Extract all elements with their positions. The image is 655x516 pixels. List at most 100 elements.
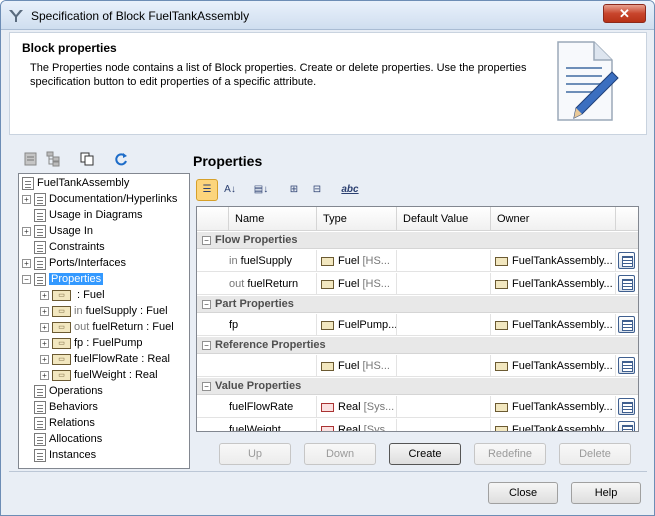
expand-toggle-icon[interactable]: + xyxy=(22,226,31,236)
page-icon xyxy=(34,400,46,414)
tree-prop[interactable]: + ▭ fp : FuelPump xyxy=(40,335,142,351)
specification-button[interactable] xyxy=(616,273,638,295)
group-part-properties[interactable]: − Part Properties xyxy=(197,296,638,313)
owner-cell[interactable]: FuelTankAssembly... xyxy=(491,273,616,295)
tree-prop[interactable]: + ▭ out fuelReturn : Fuel xyxy=(40,319,174,335)
sort-alphabetically-icon[interactable]: A↓ xyxy=(219,179,241,201)
expand-toggle-icon[interactable]: + xyxy=(40,322,49,332)
close-button[interactable]: Close xyxy=(488,482,558,504)
specification-button[interactable] xyxy=(616,250,638,272)
tree-item-constraints[interactable]: Constraints xyxy=(34,239,105,255)
tree-root[interactable]: FuelTankAssembly xyxy=(22,175,129,191)
spell-check-icon[interactable]: abc xyxy=(339,179,361,201)
type-cell[interactable]: FuelPump... xyxy=(317,314,397,336)
default-value-cell[interactable] xyxy=(397,314,491,336)
tree-prop[interactable]: + ▭ fuelFlowRate : Real xyxy=(40,351,170,367)
type-cell[interactable]: Real [Sys... xyxy=(317,419,397,431)
specification-icon xyxy=(618,421,635,431)
column-header-owner[interactable]: Owner xyxy=(491,207,616,231)
page-icon xyxy=(34,224,46,238)
name-cell[interactable]: fuelFlowRate xyxy=(197,396,317,418)
collapse-toggle-icon[interactable]: − xyxy=(22,274,31,284)
window-close-button[interactable]: ✕ xyxy=(603,4,646,23)
owner-cell[interactable]: FuelTankAssembly... xyxy=(491,396,616,418)
expand-toggle-icon[interactable]: + xyxy=(22,258,31,268)
navigation-tree[interactable]: FuelTankAssembly + Documentation/Hyperlin… xyxy=(18,173,190,469)
name-cell[interactable] xyxy=(197,355,317,377)
type-cell[interactable]: Fuel [HS... xyxy=(317,273,397,295)
table-row[interactable]: fuelFlowRate Real [Sys... FuelTankAssemb… xyxy=(197,396,638,418)
table-row[interactable]: Fuel [HS... FuelTankAssembly... xyxy=(197,355,638,377)
column-header-type[interactable]: Type xyxy=(317,207,397,231)
table-row[interactable]: in fuelSupply Fuel [HS... FuelTankAssemb… xyxy=(197,250,638,272)
default-value-cell[interactable] xyxy=(397,250,491,272)
specification-button[interactable] xyxy=(616,355,638,377)
group-by-category-icon[interactable]: ☰ xyxy=(196,179,218,201)
expand-toggle-icon[interactable]: + xyxy=(22,194,31,204)
expand-toggle-icon[interactable]: + xyxy=(40,370,49,380)
specification-button[interactable] xyxy=(616,396,638,418)
collapse-toggle-icon[interactable]: − xyxy=(202,381,211,391)
expand-toggle-icon[interactable]: + xyxy=(40,290,49,300)
name-cell[interactable]: fp xyxy=(197,314,317,336)
hierarchy-icon[interactable] xyxy=(45,151,61,167)
tree-item-documentation[interactable]: + Documentation/Hyperlinks xyxy=(22,191,177,207)
collapse-all-icon[interactable]: ⊟ xyxy=(306,179,328,201)
table-row[interactable]: fp FuelPump... FuelTankAssembly... xyxy=(197,314,638,336)
expand-all-icon[interactable]: ⊞ xyxy=(283,179,305,201)
copy-icon[interactable] xyxy=(79,151,95,167)
name-cell[interactable]: fuelWeight xyxy=(197,419,317,431)
tree-item-behaviors[interactable]: Behaviors xyxy=(34,399,98,415)
redefine-button[interactable]: Redefine xyxy=(474,443,546,465)
default-value-cell[interactable] xyxy=(397,396,491,418)
name-cell[interactable]: in fuelSupply xyxy=(197,250,317,272)
tree-item-instances[interactable]: Instances xyxy=(34,447,96,463)
default-value-cell[interactable] xyxy=(397,355,491,377)
tree-item-operations[interactable]: Operations xyxy=(34,383,103,399)
refresh-icon[interactable] xyxy=(113,151,129,167)
specification-button[interactable] xyxy=(616,314,638,336)
table-row[interactable]: out fuelReturn Fuel [HS... FuelTankAssem… xyxy=(197,273,638,295)
expand-toggle-icon[interactable]: + xyxy=(40,354,49,364)
column-header-default-value[interactable]: Default Value xyxy=(397,207,491,231)
type-cell[interactable]: Real [Sys... xyxy=(317,396,397,418)
group-flow-properties[interactable]: − Flow Properties xyxy=(197,232,638,249)
help-button[interactable]: Help xyxy=(571,482,641,504)
table-row[interactable]: fuelWeight Real [Sys... FuelTankAssembly… xyxy=(197,419,638,431)
collapse-toggle-icon[interactable]: − xyxy=(202,235,211,245)
tree-prop[interactable]: + ▭ fuelWeight : Real xyxy=(40,367,158,383)
delete-button[interactable]: Delete xyxy=(559,443,631,465)
tree-item-usage-in[interactable]: + Usage In xyxy=(22,223,93,239)
owner-cell[interactable]: FuelTankAssembly... xyxy=(491,355,616,377)
column-header-name[interactable]: Name xyxy=(229,207,317,231)
tree-item-allocations[interactable]: Allocations xyxy=(34,431,102,447)
up-button[interactable]: Up xyxy=(219,443,291,465)
tree-item-properties[interactable]: − Properties xyxy=(22,271,104,287)
expand-tree-icon[interactable] xyxy=(23,151,39,167)
type-cell[interactable]: Fuel [HS... xyxy=(317,355,397,377)
collapse-toggle-icon[interactable]: − xyxy=(202,340,211,350)
type-cell[interactable]: Fuel [HS... xyxy=(317,250,397,272)
panel-title: Properties xyxy=(193,153,263,169)
default-value-cell[interactable] xyxy=(397,273,491,295)
tree-item-relations[interactable]: Relations xyxy=(34,415,95,431)
tree-prop[interactable]: + ▭ in fuelSupply : Fuel xyxy=(40,303,168,319)
tree-item-ports-interfaces[interactable]: + Ports/Interfaces xyxy=(22,255,126,271)
expand-toggle-icon[interactable]: + xyxy=(40,338,49,348)
owner-cell[interactable]: FuelTankAssembly... xyxy=(491,314,616,336)
sort-by-type-icon[interactable]: ▤↓ xyxy=(250,179,272,201)
create-button[interactable]: Create xyxy=(389,443,461,465)
name-cell[interactable]: out fuelReturn xyxy=(197,273,317,295)
group-reference-properties[interactable]: − Reference Properties xyxy=(197,337,638,354)
expand-toggle-icon[interactable]: + xyxy=(40,306,49,316)
default-value-cell[interactable] xyxy=(397,419,491,431)
group-value-properties[interactable]: − Value Properties xyxy=(197,378,638,395)
owner-cell[interactable]: FuelTankAssembly... xyxy=(491,250,616,272)
tree-prop[interactable]: + ▭ : Fuel xyxy=(40,287,105,303)
down-button[interactable]: Down xyxy=(304,443,376,465)
flow-property-icon: ▭ xyxy=(52,321,71,333)
owner-cell[interactable]: FuelTankAssembly... xyxy=(491,419,616,431)
tree-item-usage-in-diagrams[interactable]: Usage in Diagrams xyxy=(34,207,143,223)
specification-button[interactable] xyxy=(616,419,638,431)
collapse-toggle-icon[interactable]: − xyxy=(202,299,211,309)
